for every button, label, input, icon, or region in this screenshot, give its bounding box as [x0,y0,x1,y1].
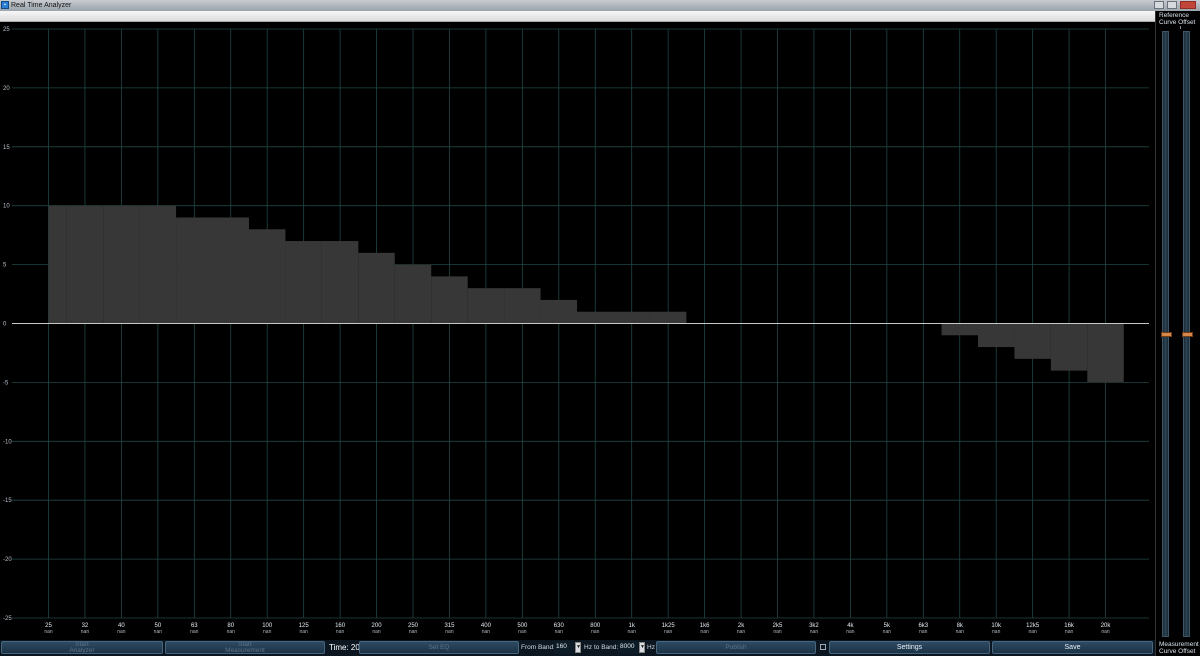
from-band-field[interactable]: 160 [554,641,574,654]
spectrum-bar [103,205,140,324]
hz-label-from: Hz [584,644,592,651]
x-tick-sublabel: nan [1028,629,1037,635]
offset-sidebar: Reference Curve Offset Measurement Curve… [1155,11,1200,656]
x-tick-sublabel: nan [591,629,600,635]
window-title: Real Time Analyzer [11,2,72,9]
x-tick-sublabel: nan [518,629,527,635]
time-readout: Time: 20 [329,643,360,652]
spectrum-bar [321,241,359,324]
x-tick-sublabel: nan [628,629,637,635]
spectrum-bar [504,288,541,324]
x-tick-sublabel: nan [919,629,928,635]
x-tick-sublabel: nan [117,629,126,635]
x-tick-sublabel: nan [773,629,782,635]
spectrum-bar [212,217,249,324]
from-band-label: From Band: [521,644,555,651]
x-tick-sublabel: nan [299,629,308,635]
spectrum-bar [1087,323,1124,383]
spectrum-bar [48,205,67,324]
x-tick-sublabel: nan [190,629,199,635]
spectrum-bar [248,229,286,324]
y-tick-label: -10 [3,439,12,445]
x-tick-sublabel: nan [664,629,673,635]
y-tick-label: 20 [3,86,10,92]
spectrum-bar [1050,323,1088,371]
x-tick-sublabel: nan [336,629,345,635]
slider-tick [1180,26,1181,29]
spectrum-bar [977,323,1015,348]
y-tick-label: 25 [3,27,10,33]
y-tick-label: 5 [3,263,7,269]
spectrum-bar [431,276,468,324]
y-tick-label: 15 [3,145,10,151]
spectrum-bar [176,217,213,324]
start-measurement-button[interactable]: Start Measurement [165,641,325,654]
hz-label-to: Hz [647,644,655,651]
x-tick-sublabel: nan [1101,629,1110,635]
spectrum-bar [467,288,505,324]
spectrum-bar [285,241,322,324]
x-tick-sublabel: nan [810,629,819,635]
spectrum-bar [649,311,687,324]
option-checkbox[interactable] [820,644,826,650]
rta-chart-svg: 2520151050-5-10-15-20-2525nan32nan40nan5… [3,27,1149,635]
x-tick-sublabel: nan [482,629,491,635]
spectrum-bar [1014,323,1051,359]
x-tick-sublabel: nan [409,629,418,635]
to-band-field[interactable]: 8000 [618,641,638,654]
x-tick-sublabel: nan [445,629,454,635]
x-tick-sublabel: nan [555,629,564,635]
to-band-dropdown[interactable]: ▼ [639,642,645,653]
x-tick-sublabel: nan [1065,629,1074,635]
x-tick-sublabel: nan [956,629,965,635]
settings-button[interactable]: Settings [829,641,990,654]
x-tick-sublabel: nan [700,629,709,635]
measurement-offset-slider[interactable] [1182,31,1193,637]
spectrum-bar [66,205,104,324]
reference-offset-thumb[interactable] [1161,332,1172,337]
spectrum-bar [139,205,177,324]
rta-chart: 25 20 15 10 5 0 -5 -10 -15 -20 -25 25 nan 32 nan 40 nan 5… [0,22,1155,640]
spectrum-bar [613,311,650,324]
start-analyzer-button[interactable]: Start Analyzer [1,641,163,654]
measurement-offset-label: Measurement Curve Offset [1159,641,1199,655]
publish-button[interactable]: Publish [656,641,816,654]
menu-bar [0,11,1155,22]
title-bar: ▪ Real Time Analyzer [0,0,1200,11]
app-icon: ▪ [1,1,9,9]
x-tick-sublabel: nan [372,629,381,635]
x-tick-sublabel: nan [846,629,855,635]
maximize-button[interactable] [1167,1,1177,9]
x-tick-sublabel: nan [81,629,90,635]
y-tick-label: 0 [3,322,7,328]
reference-offset-label: Reference Curve Offset [1159,12,1196,26]
save-button[interactable]: Save [992,641,1153,654]
spectrum-bar [577,311,614,324]
minimize-button[interactable] [1154,1,1164,9]
x-tick-sublabel: nan [227,629,236,635]
from-band-dropdown[interactable]: ▼ [575,642,581,653]
spectrum-bar [941,323,978,336]
bottom-toolbar: Start Analyzer Start Measurement Time: 2… [0,640,1155,656]
x-tick-sublabel: nan [992,629,1001,635]
x-tick-sublabel: nan [737,629,746,635]
x-tick-sublabel: nan [154,629,163,635]
spectrum-bar [540,299,578,324]
measurement-offset-thumb[interactable] [1182,332,1193,337]
x-tick-sublabel: nan [883,629,892,635]
x-tick-sublabel: nan [44,629,53,635]
to-band-label: to Band: [594,644,619,651]
reference-offset-slider[interactable] [1161,31,1172,637]
spectrum-bar [358,252,395,324]
set-eq-button[interactable]: Set EQ [359,641,519,654]
y-tick-label: -25 [3,616,12,622]
spectrum-bar [394,264,432,324]
y-tick-label: -5 [3,380,9,386]
close-button[interactable] [1180,1,1196,9]
y-tick-label: -15 [3,498,12,504]
y-tick-label: 10 [3,204,10,210]
x-tick-sublabel: nan [263,629,272,635]
y-tick-label: -20 [3,557,12,563]
